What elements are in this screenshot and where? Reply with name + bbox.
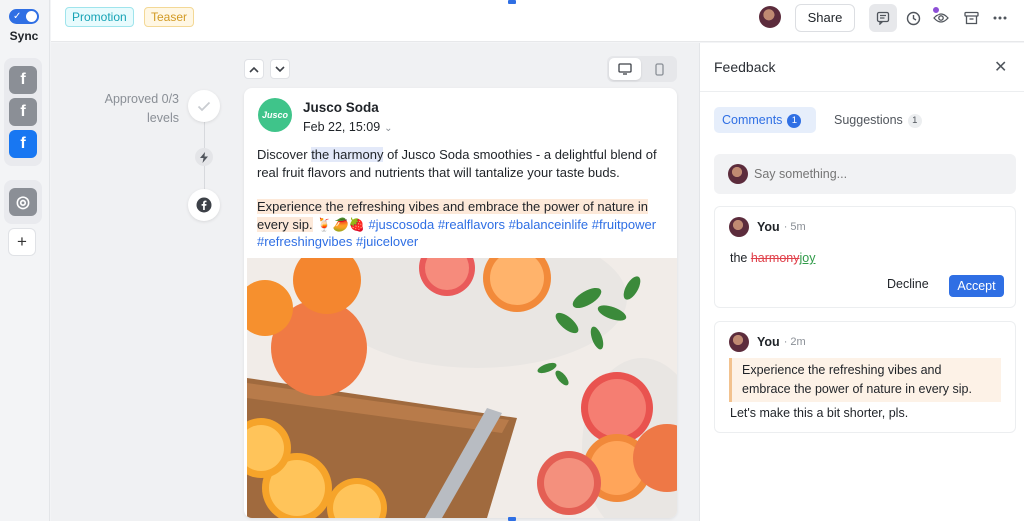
divider xyxy=(700,91,1024,92)
card-header: You · 5m xyxy=(729,217,806,237)
timestamp: · 2m xyxy=(783,336,806,348)
tag-teaser[interactable]: Teaser xyxy=(144,7,195,27)
feedback-panel: Feedback ✕ Comments1 Suggestions1 You · … xyxy=(699,43,1024,521)
approval-check-icon xyxy=(188,90,220,122)
post-date[interactable]: Feb 22, 15:09 ⌄ xyxy=(303,120,393,134)
close-icon[interactable]: ✕ xyxy=(994,57,1007,77)
sync-switch[interactable]: ✓ xyxy=(9,9,39,24)
check-icon: ✓ xyxy=(13,11,22,22)
facebook-icon[interactable]: f xyxy=(9,98,37,126)
instagram-channels: ◎ xyxy=(4,180,42,224)
accept-button[interactable]: Accept xyxy=(949,275,1004,297)
suggestion-diff: the harmonyjoy xyxy=(730,251,816,265)
sync-toggle[interactable]: ✓ Sync xyxy=(8,9,40,43)
post-image xyxy=(247,258,677,518)
card-header: You · 2m xyxy=(729,332,806,352)
emoji: 🍹🥭🍓 xyxy=(312,216,369,232)
comment-input[interactable] xyxy=(754,163,1004,185)
post-text[interactable]: Discover the harmony of Jusco Soda smoot… xyxy=(257,146,669,268)
comment-card: You · 2m Experience the refreshing vibes… xyxy=(714,321,1016,433)
avatar[interactable] xyxy=(759,6,781,28)
mobile-icon[interactable] xyxy=(643,58,675,80)
author-name: You xyxy=(757,220,780,234)
notification-dot xyxy=(931,5,941,15)
more-icon[interactable] xyxy=(986,4,1014,32)
comments-count-badge: 1 xyxy=(787,114,802,128)
comment-composer xyxy=(714,154,1016,194)
avatar xyxy=(729,332,749,352)
tab-comments[interactable]: Comments 1 xyxy=(714,107,816,133)
switch-knob xyxy=(26,11,37,22)
deleted-text: harmony xyxy=(750,251,800,265)
quoted-text: Experience the refreshing vibes and embr… xyxy=(729,358,1001,402)
approval-connector xyxy=(204,122,205,148)
facebook-channels: f f f xyxy=(4,58,42,166)
approval-status: Approved 0/3 levels xyxy=(104,92,179,125)
approval-connector xyxy=(204,166,205,189)
top-bar: Promotion Teaser Share xyxy=(51,0,1024,42)
tag-promotion[interactable]: Promotion xyxy=(65,7,134,27)
move-down-button[interactable] xyxy=(270,59,290,79)
facebook-icon[interactable] xyxy=(188,189,220,221)
timestamp: · 5m xyxy=(783,221,806,233)
brand-logo: Jusco xyxy=(258,98,292,132)
avatar xyxy=(729,217,749,237)
share-button[interactable]: Share xyxy=(795,4,855,32)
inserted-text: joy xyxy=(799,251,816,265)
chevron-down-icon: ⌄ xyxy=(384,123,393,134)
comment-text: Let's make this a bit shorter, pls. xyxy=(730,406,909,420)
facebook-icon-selected[interactable]: f xyxy=(9,130,37,158)
avatar xyxy=(728,164,748,184)
desktop-icon[interactable] xyxy=(609,58,641,80)
device-toggle xyxy=(607,56,677,82)
decline-button[interactable]: Decline xyxy=(887,277,929,291)
brand-name: Jusco Soda xyxy=(303,100,379,115)
author-name: You xyxy=(757,335,780,349)
move-up-button[interactable] xyxy=(244,59,264,79)
facebook-icon[interactable]: f xyxy=(9,66,37,94)
add-channel-button[interactable]: + xyxy=(8,228,36,256)
lightning-icon xyxy=(195,148,213,166)
instagram-icon[interactable]: ◎ xyxy=(9,188,37,216)
suggestions-count-badge: 1 xyxy=(907,114,922,128)
suggestion-highlight[interactable]: the harmony xyxy=(311,147,384,162)
history-icon[interactable] xyxy=(899,4,927,32)
resize-handle[interactable] xyxy=(508,517,516,521)
comments-icon[interactable] xyxy=(869,4,897,32)
panel-title: Feedback xyxy=(714,59,776,75)
preview-canvas: Approved 0/3 levels Jusco Jusco Soda Feb… xyxy=(51,43,699,521)
post-paragraph: Experience the refreshing vibes and embr… xyxy=(257,198,669,251)
archive-icon[interactable] xyxy=(957,4,985,32)
sync-label: Sync xyxy=(9,29,39,43)
channel-rail: ✓ Sync f f f ◎ + xyxy=(0,0,50,521)
post-paragraph: Discover the harmony of Jusco Soda smoot… xyxy=(257,147,657,180)
resize-handle[interactable] xyxy=(508,0,516,4)
post-preview: Jusco Jusco Soda Feb 22, 15:09 ⌄ Discover… xyxy=(244,88,677,518)
tab-suggestions[interactable]: Suggestions 1 xyxy=(826,107,930,133)
suggestion-card: You · 5m the harmonyjoy Decline Accept xyxy=(714,206,1016,308)
